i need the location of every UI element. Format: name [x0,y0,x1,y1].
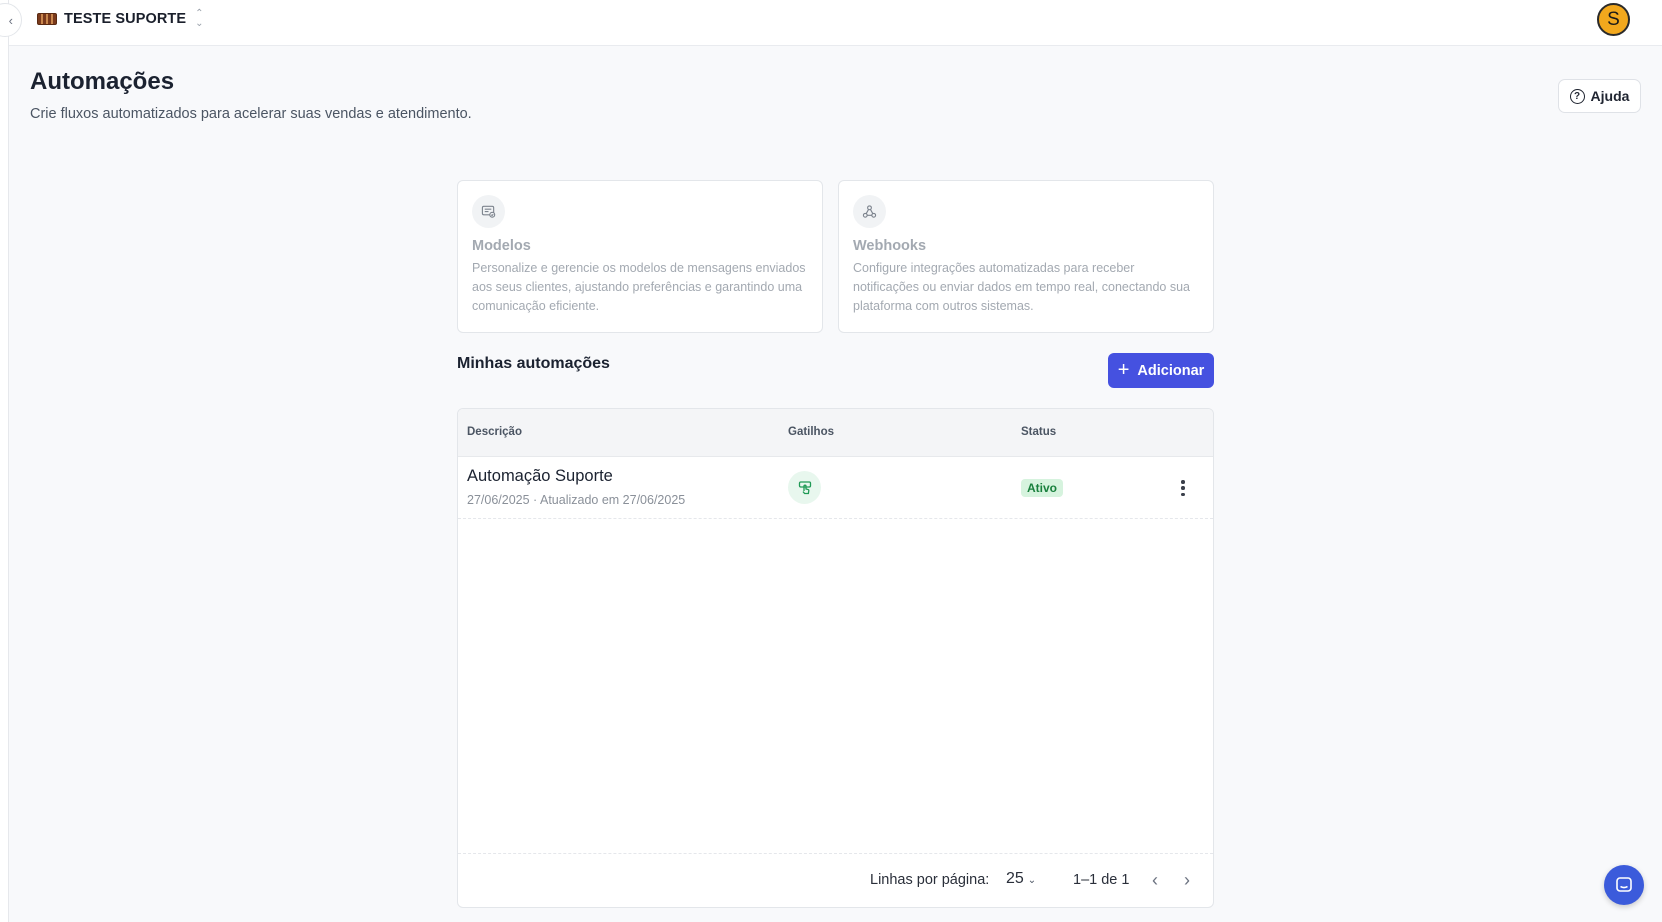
chat-icon [1616,877,1632,892]
column-header-description[interactable]: Descrição [467,426,522,438]
question-circle-icon: ? [1569,88,1585,104]
plus-icon: + [1117,358,1130,381]
card-title: Webhooks [853,238,927,254]
automation-name: Automação Suporte [467,467,613,485]
card-description: Configure integrações automatizadas para… [853,261,1191,313]
page-title: Automações [30,68,175,95]
user-avatar[interactable]: S [1597,3,1630,36]
help-button[interactable]: ? Ajuda [1558,79,1641,113]
card-modelos[interactable]: Modelos Personalize e gerencie os modelo… [457,180,823,333]
workspace-switcher[interactable]: TESTE SUPORTE ⌃ ⌄ [37,9,204,29]
pagination-range: 1–1 de 1 [1073,872,1130,888]
touch-trigger-icon [788,471,821,504]
automations-table: Descrição Gatilhos Status Automação Supo… [457,408,1214,908]
chevron-down-icon: ⌄ [1027,875,1037,886]
card-title: Modelos [472,238,531,254]
webhook-icon [853,195,886,228]
add-automation-button[interactable]: + Adicionar [1108,353,1214,388]
workspace-name: TESTE SUPORTE [64,11,187,27]
workspace-logo [37,13,57,25]
rows-per-page-value: 25 [1006,870,1024,887]
column-header-triggers[interactable]: Gatilhos [788,426,834,438]
rows-per-page-select[interactable]: 25 ⌄ [1006,870,1036,888]
chevron-left-icon: ‹ [1152,869,1158,890]
chevron-up-down-icon: ⌃ ⌄ [195,8,204,29]
next-page-button[interactable]: › [1175,868,1199,892]
table-header: Descrição Gatilhos Status [458,409,1213,457]
chevron-right-icon: › [1184,869,1190,890]
help-button-label: Ajuda [1590,88,1630,104]
support-chat-button[interactable] [1604,865,1644,905]
chevron-left-icon: ‹ [8,12,13,28]
page-subtitle: Crie fluxos automatizados para acelerar … [30,106,472,122]
card-description: Personalize e gerencie os modelos de men… [472,261,806,313]
add-button-label: Adicionar [1137,362,1205,379]
row-actions-menu-icon[interactable] [1178,477,1188,499]
top-bar [9,0,1662,46]
table-pagination: Linhas por página: 25 ⌄ 1–1 de 1 ‹ › [458,853,1213,907]
left-sidebar-rail [0,0,9,922]
template-icon [472,195,505,228]
column-header-status[interactable]: Status [1021,426,1056,438]
card-webhooks[interactable]: Webhooks Configure integrações automatiz… [838,180,1214,333]
automation-dates: 27/06/2025 · Atualizado em 27/06/2025 [467,493,686,507]
table-row[interactable]: Automação Suporte 27/06/2025 · Atualizad… [458,457,1213,519]
status-badge: Ativo [1021,479,1063,497]
previous-page-button[interactable]: ‹ [1143,868,1167,892]
rows-per-page-label: Linhas por página: [870,872,990,888]
section-title: Minhas automações [457,355,610,372]
